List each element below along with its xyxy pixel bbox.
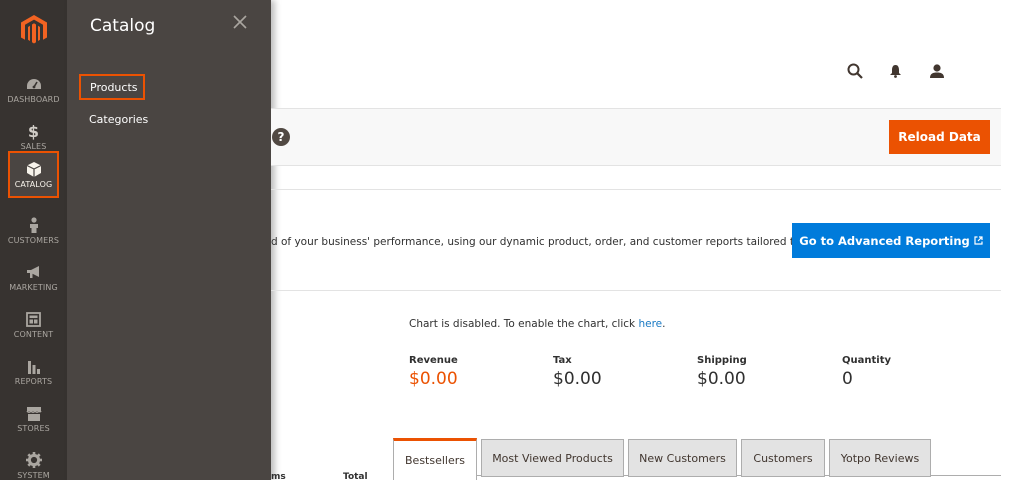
stat-label: Shipping xyxy=(697,355,747,366)
help-icon[interactable]: ? xyxy=(272,128,290,146)
nav-label: REPORTS xyxy=(14,377,53,386)
flyout-link-products[interactable]: Products xyxy=(79,74,145,100)
nav-item-system[interactable]: SYSTEM xyxy=(0,442,67,480)
nav-item-marketing[interactable]: MARKETING xyxy=(0,254,67,301)
nav-item-reports[interactable]: REPORTS xyxy=(0,348,67,395)
dashboard-icon xyxy=(25,75,43,93)
advanced-reporting-intro: d of your business' performance, using o… xyxy=(271,236,801,248)
tab-most-viewed-products[interactable]: Most Viewed Products xyxy=(481,439,624,477)
admin-nav: DASHBOARD $ SALES CATALOG CUSTOMERS MARK… xyxy=(0,0,67,480)
box-icon xyxy=(25,160,43,178)
nav-item-customers[interactable]: CUSTOMERS xyxy=(0,207,67,254)
column-header-total[interactable]: Total xyxy=(343,472,368,480)
tab-bestsellers[interactable]: Bestsellers xyxy=(393,438,477,480)
stat-label: Quantity xyxy=(842,355,891,366)
stat-label: Revenue xyxy=(409,355,458,366)
advanced-reporting-button[interactable]: Go to Advanced Reporting xyxy=(792,223,990,258)
flyout-title: Catalog xyxy=(90,16,156,36)
chart-disabled-message: Chart is disabled. To enable the chart, … xyxy=(409,318,665,330)
magento-logo[interactable] xyxy=(0,0,67,60)
nav-item-dashboard[interactable]: DASHBOARD xyxy=(0,66,67,113)
section-divider xyxy=(271,189,1001,190)
nav-label: CONTENT xyxy=(13,330,54,339)
section-divider xyxy=(271,290,1001,291)
nav-item-content[interactable]: CONTENT xyxy=(0,301,67,348)
reload-data-button[interactable]: Reload Data xyxy=(889,120,990,154)
bell-icon[interactable] xyxy=(884,60,906,82)
stat-value: 0 xyxy=(842,369,853,389)
gear-icon xyxy=(25,451,43,469)
magento-logo-icon xyxy=(20,15,47,44)
nav-label: CATALOG xyxy=(14,180,53,189)
dollar-icon: $ xyxy=(27,121,40,141)
nav-label: MARKETING xyxy=(9,283,58,292)
tab-yotpo-reviews[interactable]: Yotpo Reviews xyxy=(829,439,931,477)
stat-value: $0.00 xyxy=(553,369,602,389)
nav-label: SYSTEM xyxy=(17,471,50,480)
tab-customers[interactable]: Customers xyxy=(741,439,825,477)
close-icon[interactable] xyxy=(233,14,251,32)
person-icon xyxy=(25,216,43,234)
external-link-icon xyxy=(974,234,983,248)
stat-value: $0.00 xyxy=(409,369,458,389)
column-header-items[interactable]: ms xyxy=(271,472,286,480)
layout-icon xyxy=(25,310,43,328)
search-icon[interactable] xyxy=(844,60,866,82)
user-account-icon[interactable] xyxy=(926,60,948,82)
stat-value: $0.00 xyxy=(697,369,746,389)
nav-item-catalog[interactable]: CATALOG xyxy=(8,151,59,198)
chart-message-text: Chart is disabled. To enable the chart, … xyxy=(409,318,639,330)
nav-label: CUSTOMERS xyxy=(7,236,60,245)
stat-tax: Tax $0.00 xyxy=(553,355,602,389)
stat-shipping: Shipping $0.00 xyxy=(697,355,747,389)
advanced-reporting-label: Go to Advanced Reporting xyxy=(799,233,970,248)
enable-chart-link[interactable]: here xyxy=(638,318,662,330)
stat-label: Tax xyxy=(553,355,572,366)
bar-chart-icon xyxy=(25,357,43,375)
tab-new-customers[interactable]: New Customers xyxy=(628,439,737,477)
chart-message-suffix: . xyxy=(662,318,666,330)
megaphone-icon xyxy=(25,263,43,281)
catalog-flyout: Catalog Products Categories xyxy=(67,0,271,480)
storefront-icon xyxy=(25,404,43,422)
nav-label: SALES xyxy=(20,142,47,151)
stat-quantity: Quantity 0 xyxy=(842,355,891,389)
nav-label: DASHBOARD xyxy=(7,95,60,104)
nav-item-stores[interactable]: STORES xyxy=(0,395,67,442)
nav-label: STORES xyxy=(17,424,50,433)
stat-revenue: Revenue $0.00 xyxy=(409,355,458,389)
flyout-link-categories[interactable]: Categories xyxy=(89,113,148,126)
